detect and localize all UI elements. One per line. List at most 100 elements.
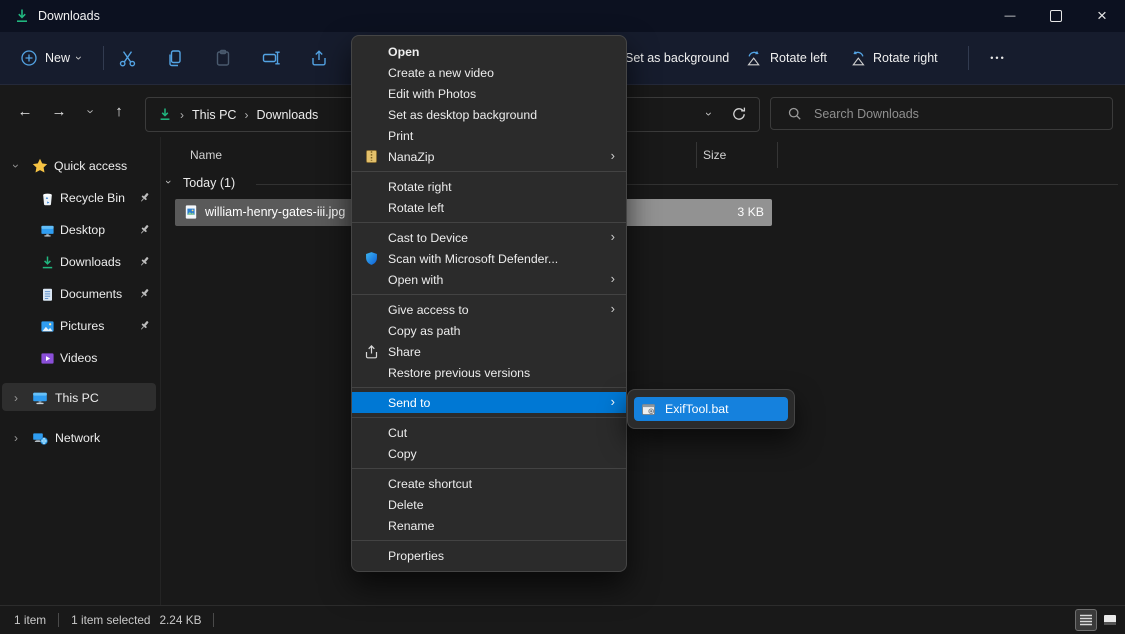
network-icon: [32, 430, 48, 446]
new-button[interactable]: New ›: [14, 42, 87, 74]
maximize-button[interactable]: [1033, 0, 1079, 32]
menu-item-cut[interactable]: Cut: [352, 422, 626, 443]
sidebar-item-quick-access[interactable]: › Quick access: [0, 151, 160, 181]
menu-item-rename[interactable]: Rename: [352, 515, 626, 536]
close-button[interactable]: ×: [1079, 0, 1125, 32]
column-divider[interactable]: [777, 142, 778, 168]
sidebar-item-downloads[interactable]: Downloads: [0, 247, 160, 277]
sidebar-item-desktop[interactable]: Desktop: [0, 215, 160, 245]
toolbar-divider: [103, 46, 104, 70]
chevron-down-icon: ›: [84, 109, 99, 113]
menu-item-send-to[interactable]: Send to ›: [352, 392, 626, 413]
breadcrumb-this-pc[interactable]: This PC: [192, 108, 236, 122]
downloads-folder-icon: [14, 8, 30, 24]
sidebar-item-this-pc[interactable]: › This PC: [0, 383, 160, 413]
pin-icon: [138, 319, 151, 332]
chevron-expanded-icon[interactable]: ›: [9, 160, 23, 172]
recent-locations-button[interactable]: ›: [76, 96, 106, 126]
downloads-folder-icon: [158, 107, 172, 122]
column-header-size[interactable]: Size: [703, 148, 726, 162]
column-divider[interactable]: [696, 142, 697, 168]
address-dropdown-icon[interactable]: ›: [702, 112, 716, 116]
sidebar-item-documents[interactable]: Documents: [0, 279, 160, 309]
search-input[interactable]: [812, 106, 1076, 122]
forward-icon: →: [52, 103, 67, 120]
file-name[interactable]: william-henry-gates-iii.jpg: [205, 205, 345, 219]
menu-item-rotate-left[interactable]: Rotate left: [352, 197, 626, 218]
chevron-down-icon: ›: [73, 56, 85, 60]
menu-item-create-a-new-video[interactable]: Create a new video: [352, 62, 626, 83]
chevron-collapsed-icon[interactable]: ›: [10, 391, 22, 405]
menu-item-properties[interactable]: Properties: [352, 545, 626, 566]
forward-button[interactable]: →: [44, 96, 74, 126]
status-bar: 1 item 1 item selected 2.24 KB: [0, 605, 1125, 634]
menu-item-give-access-to[interactable]: Give access to ›: [352, 299, 626, 320]
group-header-today[interactable]: Today (1): [183, 176, 235, 190]
sidebar-item-label: Downloads: [60, 255, 121, 269]
menu-item-delete[interactable]: Delete: [352, 494, 626, 515]
new-button-label: New: [45, 51, 70, 65]
menu-item-print[interactable]: Print: [352, 125, 626, 146]
sidebar-item-pictures[interactable]: Pictures: [0, 311, 160, 341]
submenu-item-exiftool-bat[interactable]: ExifTool.bat: [634, 397, 788, 421]
sidebar-item-label: Desktop: [60, 223, 105, 237]
item-count: 1 item: [14, 613, 46, 627]
up-button[interactable]: ↑: [104, 96, 134, 126]
sidebar-item-videos[interactable]: Videos: [0, 343, 160, 373]
menu-item-set-as-desktop-background[interactable]: Set as desktop background: [352, 104, 626, 125]
search-icon: [787, 106, 802, 121]
sidebar-item-network[interactable]: › Network: [0, 423, 160, 453]
chevron-collapsed-icon[interactable]: ›: [10, 431, 22, 445]
cut-icon: [118, 49, 137, 68]
menu-separator: [352, 468, 626, 469]
menu-item-label: Rename: [388, 519, 434, 533]
refresh-button[interactable]: [731, 106, 747, 122]
thumbnail-view-button[interactable]: [1099, 609, 1121, 631]
set-as-background-button[interactable]: Set as background: [619, 42, 735, 74]
sidebar-item-recycle-bin[interactable]: Recycle Bin: [0, 183, 160, 213]
star-icon: [32, 158, 48, 174]
rotate-right-button[interactable]: Rotate right: [843, 42, 944, 74]
more-options-button[interactable]: •••: [980, 42, 1016, 74]
back-button[interactable]: ←: [10, 96, 40, 126]
menu-item-label: Scan with Microsoft Defender...: [388, 252, 558, 266]
title-bar: Downloads — ×: [0, 0, 1125, 32]
rotate-left-button[interactable]: Rotate left: [740, 42, 833, 74]
menu-separator: [352, 540, 626, 541]
bat-file-icon: [641, 402, 656, 417]
send-to-submenu: ExifTool.bat: [627, 389, 795, 429]
menu-item-label: Share: [388, 345, 421, 359]
breadcrumb-chevron-icon: ›: [180, 108, 184, 122]
menu-item-edit-with-photos[interactable]: Edit with Photos: [352, 83, 626, 104]
column-header-name[interactable]: Name: [190, 148, 222, 162]
cut-button[interactable]: [109, 42, 145, 74]
menu-item-create-shortcut[interactable]: Create shortcut: [352, 473, 626, 494]
menu-item-label: Print: [388, 129, 413, 143]
rename-button[interactable]: [253, 42, 289, 74]
menu-item-cast-to-device[interactable]: Cast to Device ›: [352, 227, 626, 248]
menu-item-label: Properties: [388, 549, 444, 563]
minimize-button[interactable]: —: [987, 0, 1033, 32]
menu-item-copy[interactable]: Copy: [352, 443, 626, 464]
menu-item-copy-as-path[interactable]: Copy as path: [352, 320, 626, 341]
menu-item-open-with[interactable]: Open with ›: [352, 269, 626, 290]
paste-button[interactable]: [205, 42, 241, 74]
menu-item-rotate-right[interactable]: Rotate right: [352, 176, 626, 197]
share-button[interactable]: [301, 42, 337, 74]
menu-item-open[interactable]: Open: [352, 41, 626, 62]
menu-item-label: Open: [388, 45, 419, 59]
menu-item-restore-previous-versions[interactable]: Restore previous versions: [352, 362, 626, 383]
menu-item-share[interactable]: Share: [352, 341, 626, 362]
details-view-button[interactable]: [1075, 609, 1097, 631]
menu-separator: [352, 417, 626, 418]
submenu-arrow-icon: ›: [611, 302, 615, 315]
up-icon: ↑: [115, 103, 123, 120]
menu-item-nanazip[interactable]: NanaZip ›: [352, 146, 626, 167]
search-box[interactable]: [770, 97, 1113, 130]
breadcrumb-downloads[interactable]: Downloads: [256, 108, 318, 122]
selection-size: 2.24 KB: [159, 613, 201, 627]
copy-button[interactable]: [157, 42, 193, 74]
group-collapse-icon[interactable]: ›: [162, 180, 174, 184]
menu-item-scan-with-microsoft-defender[interactable]: Scan with Microsoft Defender...: [352, 248, 626, 269]
share-icon: [364, 344, 379, 359]
